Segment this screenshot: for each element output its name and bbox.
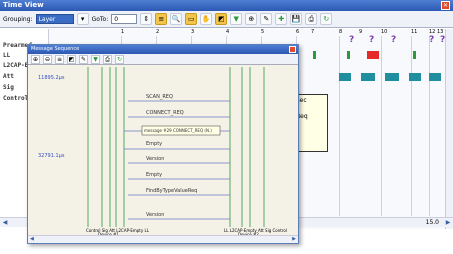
time-label: 11895.2µs <box>38 75 65 81</box>
vertical-scrollbar[interactable] <box>445 29 453 229</box>
packet-block[interactable] <box>313 51 316 59</box>
svg-text:Empty: Empty <box>146 172 162 178</box>
svg-text:message #29 CONNECT_REQ (N.): message #29 CONNECT_REQ (N.) <box>144 128 212 133</box>
spin-icon[interactable]: ⇕ <box>140 13 153 25</box>
scroll-left-icon[interactable]: ◀ <box>1 218 9 227</box>
packet-block[interactable] <box>413 51 416 59</box>
zoom-in-icon[interactable]: ⊕ <box>245 13 258 25</box>
dialog-title-bar: Message Sequence <box>28 45 298 54</box>
hand-icon[interactable]: ✋ <box>200 13 213 25</box>
grouping-label: Grouping: <box>3 15 33 23</box>
scroll-right-icon[interactable]: ▶ <box>444 218 452 227</box>
list-view-icon[interactable]: ≡ <box>155 13 168 25</box>
question-icon: ? <box>349 35 355 45</box>
grid-line <box>411 36 412 216</box>
zoom-out-icon[interactable]: ⊖ <box>43 54 52 64</box>
grid-line <box>429 36 430 216</box>
time-view-window: Time View ✕ Grouping: Layer ▾ GoTo: 0 ⇕ … <box>0 0 453 254</box>
svg-text:SCAN_REQ: SCAN_REQ <box>146 94 173 100</box>
tick-label: 1 <box>121 29 125 35</box>
row-label: LL <box>3 52 11 59</box>
paint-icon[interactable]: ✎ <box>260 13 273 25</box>
refresh-icon[interactable]: ↻ <box>320 13 333 25</box>
tick-label: 11 <box>411 29 418 35</box>
filter-icon[interactable]: ▼ <box>91 54 100 64</box>
grid-line <box>381 36 382 216</box>
packet-block[interactable] <box>361 73 375 81</box>
dialog-close-icon[interactable] <box>289 46 296 53</box>
scroll-right-icon[interactable]: ▶ <box>292 236 296 242</box>
close-icon[interactable]: ✕ <box>441 1 450 10</box>
row-label: Sig <box>3 84 14 91</box>
goto-input[interactable]: 0 <box>111 14 138 24</box>
print-icon[interactable]: ⎙ <box>305 13 318 25</box>
list-icon[interactable]: ≡ <box>55 54 64 64</box>
zoom-in-icon[interactable]: ⊕ <box>31 54 40 64</box>
grid-line <box>339 36 340 216</box>
scroll-left-icon[interactable]: ◀ <box>30 236 34 242</box>
row-label: Control <box>3 95 29 102</box>
goto-label: GoTo: <box>91 15 109 23</box>
svg-text:FindByTypeValueReq: FindByTypeValueReq <box>146 188 197 194</box>
dialog-toolbar: ⊕ ⊖ ≡ ◩ ✎ ▼ ⎙ ↻ <box>28 54 298 65</box>
add-icon[interactable]: ✚ <box>275 13 288 25</box>
print-icon[interactable]: ⎙ <box>103 54 112 64</box>
dialog-horizontal-scrollbar[interactable]: ◀ ▶ <box>28 235 298 243</box>
tick-label: 3 <box>191 29 195 35</box>
range-icon[interactable]: ▭ <box>185 13 198 25</box>
tick-label: 7 <box>311 29 315 35</box>
svg-text:Version: Version <box>146 156 164 162</box>
svg-text:Empty: Empty <box>146 141 162 147</box>
question-icon: ? <box>429 35 435 45</box>
packet-block[interactable] <box>367 51 379 59</box>
marker-icon[interactable]: ◩ <box>215 13 228 25</box>
paint-icon[interactable]: ✎ <box>79 54 88 64</box>
svg-text:Version: Version <box>146 212 164 218</box>
window-title: Time View <box>3 1 44 9</box>
packet-block[interactable] <box>385 73 399 81</box>
tick-label: 8 <box>339 29 343 35</box>
svg-text:CONNECT_REQ: CONNECT_REQ <box>146 110 184 116</box>
tick-label: 9 <box>359 29 363 35</box>
row-label: Att <box>3 73 14 80</box>
zoom-icon[interactable]: 🔍 <box>170 13 183 25</box>
packet-block[interactable] <box>339 73 351 81</box>
marker-icon[interactable]: ◩ <box>67 54 76 64</box>
time-label: 32791.1µs <box>38 153 65 159</box>
tick-label: 2 <box>156 29 160 35</box>
tick-label: 10 <box>381 29 388 35</box>
packet-block[interactable] <box>347 51 350 59</box>
question-icon: ? <box>391 35 397 45</box>
grouping-select[interactable]: Layer <box>35 14 74 24</box>
dropdown-arrow-icon[interactable]: ▾ <box>76 13 89 25</box>
tick-label: 6 <box>296 29 300 35</box>
tick-label: 5 <box>261 29 265 35</box>
refresh-icon[interactable]: ↻ <box>115 54 124 64</box>
packet-block[interactable] <box>429 73 441 81</box>
tick-label: 4 <box>226 29 230 35</box>
time-readout: 15.0 <box>425 219 439 226</box>
dialog-title: Message Sequence <box>31 46 80 52</box>
filter-icon[interactable]: ▼ <box>230 13 243 25</box>
message-sequence-dialog: Message Sequence ⊕ ⊖ ≡ ◩ ✎ ▼ ⎙ ↻ 11895.2… <box>27 44 299 244</box>
toolbar: Grouping: Layer ▾ GoTo: 0 ⇕ ≡ 🔍 ▭ ✋ ◩ ▼ … <box>0 11 453 28</box>
question-icon: ? <box>369 35 375 45</box>
sequence-canvas[interactable]: 11895.2µs 32791.1µs SCAN_REQ CONNECT_REQ… <box>28 65 298 237</box>
save-icon[interactable]: 💾 <box>290 13 303 25</box>
packet-block[interactable] <box>409 73 421 81</box>
title-bar: Time View ✕ <box>0 0 453 11</box>
